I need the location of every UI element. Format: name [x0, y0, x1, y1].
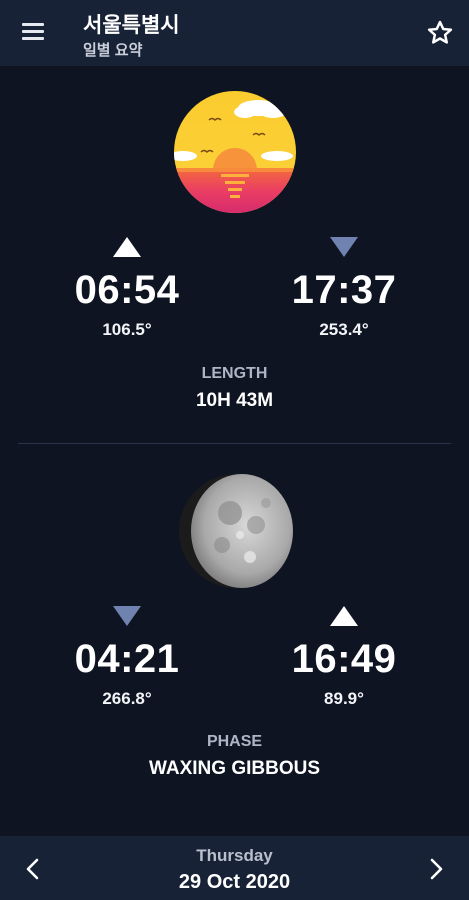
page-subtitle: 일별 요약 — [83, 42, 143, 59]
phase-label: PHASE — [206, 733, 263, 750]
moonrise-azimuth: 89.9° — [324, 689, 364, 708]
sunrise-azimuth: 106.5° — [102, 320, 152, 339]
app-bar: 서울특별시 일별 요약 — [0, 0, 469, 66]
sunrise-time: 06:54 — [74, 268, 180, 312]
moonset-time: 04:21 — [74, 637, 180, 681]
phase-value: WAXING GIBBOUS — [148, 758, 320, 779]
day-of-week: Thursday — [196, 846, 273, 865]
triangle-up-icon — [112, 236, 142, 263]
sunset-time: 17:37 — [291, 268, 397, 312]
page-title: 서울특별시 — [83, 14, 180, 37]
sunset-icon — [173, 90, 297, 214]
moonrise-time: 16:49 — [291, 637, 397, 681]
triangle-down-icon — [329, 236, 359, 263]
moonset-azimuth: 266.8° — [102, 689, 152, 708]
sunset-azimuth: 253.4° — [319, 320, 369, 339]
length-label: LENGTH — [201, 365, 268, 382]
menu-icon[interactable] — [18, 20, 48, 46]
section-divider — [18, 443, 451, 444]
current-date[interactable]: 29 Oct 2020 — [0, 871, 469, 894]
triangle-down-icon — [112, 605, 142, 632]
star-outline-icon[interactable] — [425, 18, 455, 48]
triangle-up-icon — [329, 605, 359, 632]
length-value: 10H 43M — [195, 390, 274, 411]
moon-icon — [178, 473, 294, 589]
